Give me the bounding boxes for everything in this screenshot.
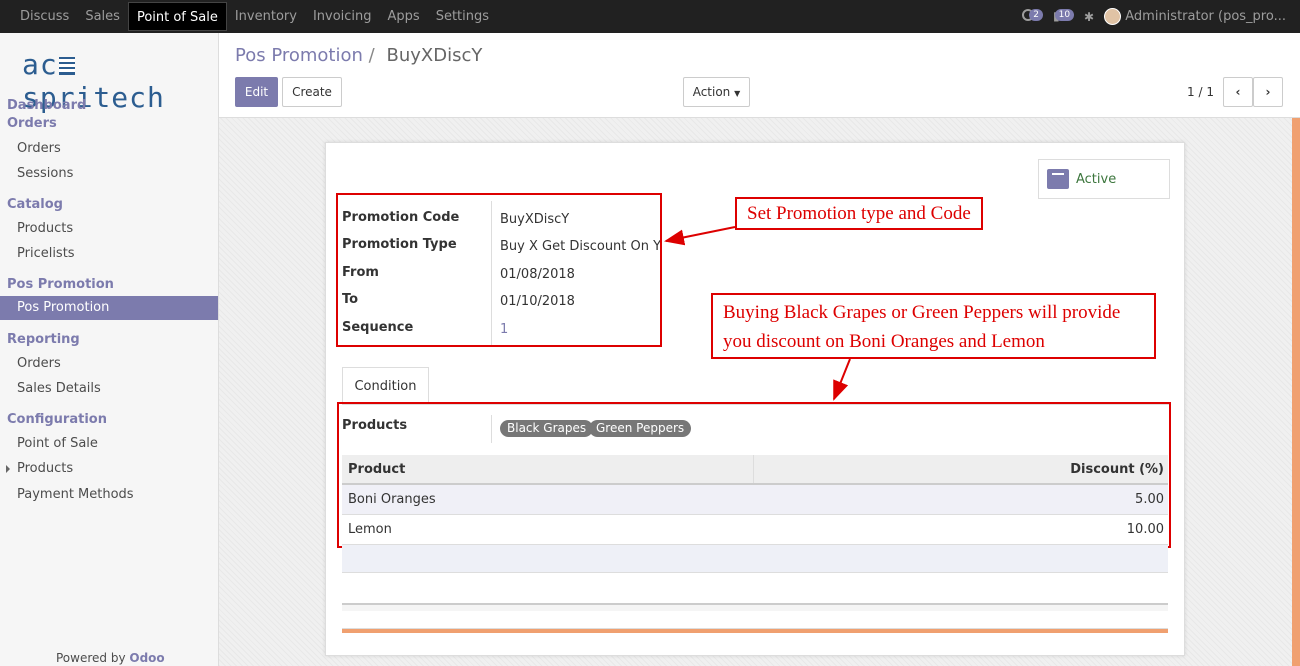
scrollbar[interactable] <box>1292 118 1300 666</box>
table-footer <box>342 545 1168 573</box>
chatter-bar <box>342 628 1168 633</box>
chevron-right-icon: › <box>1265 85 1271 99</box>
powered-by-label: Powered by <box>56 651 126 665</box>
sidebar-item-sales-details[interactable]: Sales Details <box>17 381 101 396</box>
sidebar-item-pricelists[interactable]: Pricelists <box>17 246 75 261</box>
pager-next-button[interactable]: › <box>1253 77 1283 107</box>
menu-point-of-sale[interactable]: Point of Sale <box>127 2 227 31</box>
breadcrumb-parent[interactable]: Pos Promotion <box>235 45 363 66</box>
breadcrumb: Pos Promotion / BuyXDiscY <box>235 45 482 66</box>
callout-line-1: Buying Black Grapes or Green Peppers wil… <box>723 302 1121 323</box>
user-name: Administrator (pos_pro... <box>1125 9 1286 24</box>
menu-inventory[interactable]: Inventory <box>227 2 305 31</box>
annotation-box-conditions <box>337 402 1171 548</box>
sidebar-section-catalog[interactable]: Catalog <box>7 197 63 212</box>
odoo-link[interactable]: Odoo <box>129 651 164 665</box>
sidebar: acspritech Dashboard Orders Orders Sessi… <box>0 33 219 666</box>
active-status-label: Active <box>1076 172 1117 187</box>
activity-button[interactable]: 2 <box>1022 8 1043 25</box>
pager-value[interactable]: 1 / 1 <box>1187 85 1214 99</box>
active-toggle-button[interactable]: Active <box>1038 159 1170 199</box>
create-button[interactable]: Create <box>282 77 342 107</box>
systray: 2 ▮10 ✱ Administrator (pos_pro... <box>1022 0 1286 33</box>
edit-button[interactable]: Edit <box>235 77 278 107</box>
archive-icon <box>1047 169 1069 189</box>
sidebar-section-pos-promotion[interactable]: Pos Promotion <box>7 277 114 292</box>
chevron-left-icon: ‹ <box>1235 85 1241 99</box>
menu-invoicing[interactable]: Invoicing <box>305 2 380 31</box>
caret-down-icon: ▼ <box>734 89 741 98</box>
menu-discuss[interactable]: Discuss <box>12 2 77 31</box>
tab-condition[interactable]: Condition <box>342 367 429 405</box>
action-dropdown[interactable]: Action ▼ <box>683 77 750 107</box>
menu-settings[interactable]: Settings <box>428 2 497 31</box>
callout-discount-explanation: Buying Black Grapes or Green Peppers wil… <box>711 293 1156 359</box>
app-menu: Discuss Sales Point of Sale Inventory In… <box>0 0 497 33</box>
sidebar-item-pos-promotion[interactable]: Pos Promotion <box>0 296 218 320</box>
powered-by: Powered by Odoo <box>56 651 165 665</box>
sidebar-section-configuration[interactable]: Configuration <box>7 412 107 427</box>
breadcrumb-current: BuyXDiscY <box>386 45 483 66</box>
user-menu[interactable]: Administrator (pos_pro... <box>1104 8 1286 25</box>
callout-line-2: you discount on Boni Oranges and Lemon <box>723 331 1045 352</box>
annotation-box-fields <box>336 193 662 347</box>
menu-sales[interactable]: Sales <box>77 2 128 31</box>
chatter-divider <box>342 603 1168 611</box>
sidebar-item-config-products[interactable]: Products <box>17 461 73 476</box>
bug-icon[interactable]: ✱ <box>1084 10 1094 24</box>
pager-previous-button[interactable]: ‹ <box>1223 77 1253 107</box>
sidebar-section-orders[interactable]: Orders <box>7 116 57 131</box>
sidebar-item-sessions[interactable]: Sessions <box>17 166 73 181</box>
action-label: Action <box>692 85 731 99</box>
activity-count-badge: 2 <box>1029 8 1043 21</box>
callout-promotion-type: Set Promotion type and Code <box>735 197 983 230</box>
caret-right-icon[interactable] <box>6 465 10 473</box>
breadcrumb-separator: / <box>368 45 375 66</box>
sidebar-dashboard[interactable]: Dashboard <box>7 98 86 113</box>
sidebar-item-point-of-sale[interactable]: Point of Sale <box>17 436 98 451</box>
top-navbar: Discuss Sales Point of Sale Inventory In… <box>0 0 1300 33</box>
sidebar-item-payment-methods[interactable]: Payment Methods <box>17 487 134 502</box>
control-panel: Pos Promotion / BuyXDiscY Edit Create Ac… <box>219 33 1300 118</box>
avatar <box>1104 8 1122 25</box>
messaging-button[interactable]: ▮10 <box>1053 9 1075 24</box>
menu-apps[interactable]: Apps <box>380 2 428 31</box>
sidebar-item-report-orders[interactable]: Orders <box>17 356 61 371</box>
sidebar-section-reporting[interactable]: Reporting <box>7 332 80 347</box>
sidebar-item-orders[interactable]: Orders <box>17 141 61 156</box>
message-count-badge: 10 <box>1054 9 1075 21</box>
sidebar-item-products[interactable]: Products <box>17 221 73 236</box>
